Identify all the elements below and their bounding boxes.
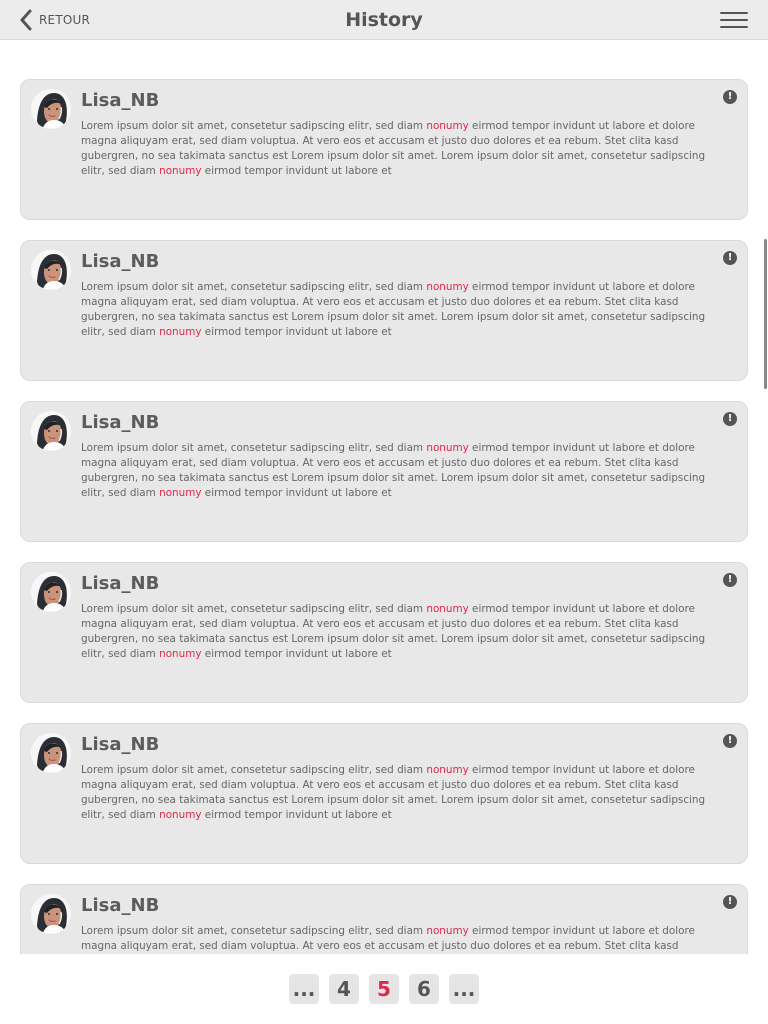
message-highlight: nonumy bbox=[426, 442, 469, 454]
avatar-portrait-icon bbox=[31, 89, 71, 129]
history-card: Lisa_NB Lorem ipsum dolor sit amet, cons… bbox=[20, 884, 748, 954]
exclamation-icon: ! bbox=[727, 91, 733, 102]
top-navigation-bar: RETOUR History bbox=[0, 0, 768, 40]
exclamation-icon: ! bbox=[727, 413, 733, 424]
message-text: Lorem ipsum dolor sit amet, consetetur s… bbox=[81, 925, 427, 937]
user-avatar bbox=[31, 89, 71, 129]
message-highlight: nonumy bbox=[159, 809, 202, 821]
message-highlight: nonumy bbox=[426, 603, 469, 615]
message-text: eirmod tempor invidunt ut labore et bbox=[201, 487, 392, 499]
exclamation-icon: ! bbox=[727, 252, 733, 263]
history-card: Lisa_NB Lorem ipsum dolor sit amet, cons… bbox=[20, 723, 748, 864]
message-text: eirmod tempor invidunt ut labore et bbox=[201, 809, 392, 821]
message-highlight: nonumy bbox=[159, 326, 202, 338]
user-avatar bbox=[31, 411, 71, 451]
username: Lisa_NB bbox=[81, 251, 160, 272]
message-text: eirmod tempor invidunt ut labore et bbox=[201, 326, 392, 338]
message-highlight: nonumy bbox=[159, 648, 202, 660]
message-highlight: nonumy bbox=[426, 281, 469, 293]
message-text: Lorem ipsum dolor sit amet, consetetur s… bbox=[81, 603, 427, 615]
report-button[interactable]: ! bbox=[723, 251, 737, 265]
history-card: Lisa_NB Lorem ipsum dolor sit amet, cons… bbox=[20, 401, 748, 542]
username: Lisa_NB bbox=[81, 734, 160, 755]
pagination-next-ellipsis[interactable]: ... bbox=[449, 974, 479, 1004]
message-text: Lorem ipsum dolor sit amet, consetetur s… bbox=[81, 442, 427, 454]
avatar-portrait-icon bbox=[31, 250, 71, 290]
message-highlight: nonumy bbox=[159, 487, 202, 499]
hamburger-menu-icon-line-middle bbox=[720, 19, 748, 21]
message-text: Lorem ipsum dolor sit amet, consetetur s… bbox=[81, 120, 427, 132]
message-highlight: nonumy bbox=[426, 764, 469, 776]
pagination: ... 4 5 6 ... bbox=[289, 974, 479, 1004]
user-avatar bbox=[31, 894, 71, 934]
user-avatar bbox=[31, 250, 71, 290]
avatar-portrait-icon bbox=[31, 411, 71, 451]
avatar-portrait-icon bbox=[31, 572, 71, 612]
report-button[interactable]: ! bbox=[723, 90, 737, 104]
hamburger-menu-button[interactable] bbox=[720, 11, 748, 29]
report-button[interactable]: ! bbox=[723, 412, 737, 426]
message-text: Lorem ipsum dolor sit amet, consetetur s… bbox=[81, 281, 427, 293]
user-avatar bbox=[31, 572, 71, 612]
exclamation-icon: ! bbox=[727, 735, 733, 746]
username: Lisa_NB bbox=[81, 895, 160, 916]
pagination-page-4[interactable]: 4 bbox=[329, 974, 359, 1004]
report-button[interactable]: ! bbox=[723, 895, 737, 909]
user-avatar bbox=[31, 733, 71, 773]
message-text: eirmod tempor invidunt ut labore et bbox=[201, 165, 392, 177]
report-button[interactable]: ! bbox=[723, 573, 737, 587]
page-title: History bbox=[345, 9, 423, 31]
history-list[interactable]: Lisa_NB Lorem ipsum dolor sit amet, cons… bbox=[20, 79, 748, 954]
history-message: Lorem ipsum dolor sit amet, consetetur s… bbox=[81, 924, 706, 954]
username: Lisa_NB bbox=[81, 412, 160, 433]
exclamation-icon: ! bbox=[727, 896, 733, 907]
message-highlight: nonumy bbox=[426, 120, 469, 132]
message-highlight: nonumy bbox=[159, 165, 202, 177]
history-message: Lorem ipsum dolor sit amet, consetetur s… bbox=[81, 280, 706, 340]
history-message: Lorem ipsum dolor sit amet, consetetur s… bbox=[81, 441, 706, 501]
history-card: Lisa_NB Lorem ipsum dolor sit amet, cons… bbox=[20, 562, 748, 703]
message-text: Lorem ipsum dolor sit amet, consetetur s… bbox=[81, 764, 427, 776]
history-card: Lisa_NB Lorem ipsum dolor sit amet, cons… bbox=[20, 240, 748, 381]
avatar-portrait-icon bbox=[31, 894, 71, 934]
history-screen: RETOUR History Lisa_NB Lorem ipsum dolor… bbox=[0, 0, 768, 1024]
message-highlight: nonumy bbox=[426, 925, 469, 937]
history-message: Lorem ipsum dolor sit amet, consetetur s… bbox=[81, 119, 706, 179]
history-message: Lorem ipsum dolor sit amet, consetetur s… bbox=[81, 602, 706, 662]
avatar-portrait-icon bbox=[31, 733, 71, 773]
username: Lisa_NB bbox=[81, 90, 160, 111]
username: Lisa_NB bbox=[81, 573, 160, 594]
pagination-page-6[interactable]: 6 bbox=[409, 974, 439, 1004]
history-scrollbar[interactable] bbox=[764, 239, 767, 389]
history-message: Lorem ipsum dolor sit amet, consetetur s… bbox=[81, 763, 706, 823]
hamburger-menu-icon-line-top bbox=[720, 12, 748, 14]
report-button[interactable]: ! bbox=[723, 734, 737, 748]
pagination-previous-ellipsis[interactable]: ... bbox=[289, 974, 319, 1004]
history-card: Lisa_NB Lorem ipsum dolor sit amet, cons… bbox=[20, 79, 748, 220]
message-text: eirmod tempor invidunt ut labore et bbox=[201, 648, 392, 660]
pagination-page-5-current[interactable]: 5 bbox=[369, 974, 399, 1004]
hamburger-menu-icon-line-bottom bbox=[720, 26, 748, 28]
exclamation-icon: ! bbox=[727, 574, 733, 585]
